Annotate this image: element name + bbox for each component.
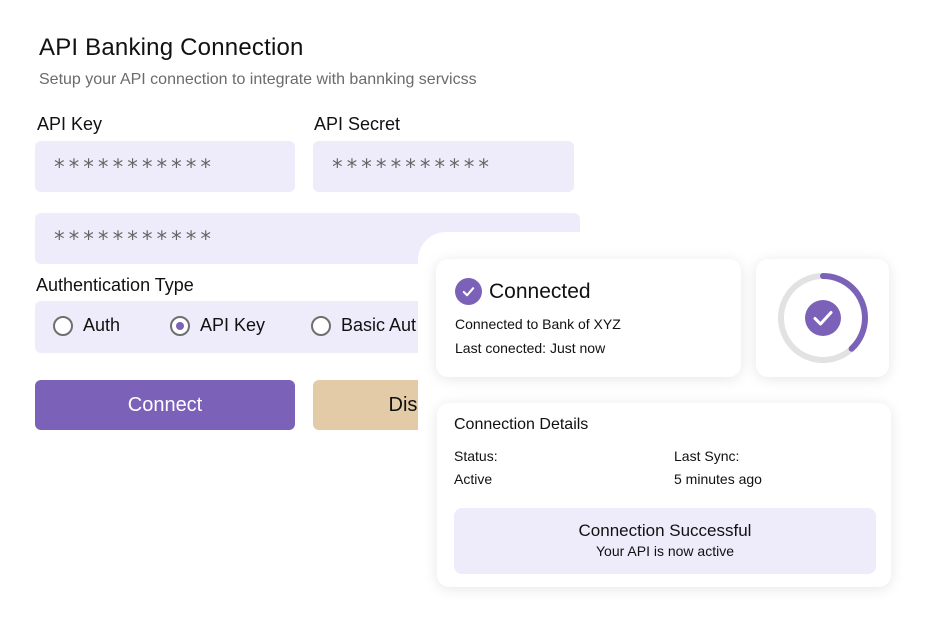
api-key-input[interactable]: *********** <box>35 141 295 192</box>
radio-option-auth[interactable]: Auth <box>53 315 120 336</box>
connect-button[interactable]: Connect <box>35 380 295 430</box>
api-key-input-value: *********** <box>53 154 215 179</box>
radio-option-label: Auth <box>83 315 121 335</box>
status-value: Active <box>454 471 493 487</box>
radio-option-label: Basic Aut <box>341 315 417 335</box>
connected-card: Connected Connected to Bank of XYZ Last … <box>436 259 741 377</box>
progress-ring-card <box>756 259 889 377</box>
success-title: Connection Successful <box>578 521 752 540</box>
last-sync-value: 5 minutes ago <box>674 471 762 487</box>
radio-option-basic-auth[interactable]: Basic Aut <box>311 315 416 336</box>
page-subtitle: Setup your API connection to integrate w… <box>39 71 477 88</box>
success-subtitle: Your API is now active <box>595 543 734 559</box>
radio-selected-icon <box>170 315 190 336</box>
connection-status-overlay: Connected Connected to Bank of XYZ Last … <box>418 232 935 621</box>
connected-bank-text: Connected to Bank of XYZ <box>455 316 621 332</box>
connected-title: Connected <box>489 279 591 303</box>
api-secret-label: API Secret <box>314 114 401 134</box>
radio-option-label: API Key <box>200 315 266 335</box>
check-circle-icon <box>455 278 482 305</box>
last-connected-text: Last conected: Just now <box>455 340 606 356</box>
success-banner: Connection Successful Your API is now ac… <box>454 508 876 574</box>
progress-ring <box>778 273 868 363</box>
last-sync-label: Last Sync: <box>674 448 740 464</box>
api-secret-input-value: *********** <box>331 154 493 179</box>
extra-credential-input-value: *********** <box>53 226 215 251</box>
radio-unselected-icon <box>311 315 331 336</box>
api-key-label: API Key <box>37 114 103 134</box>
page-title: API Banking Connection <box>39 34 304 61</box>
auth-type-label: Authentication Type <box>36 275 194 295</box>
radio-unselected-icon <box>53 315 73 336</box>
status-label: Status: <box>454 448 498 464</box>
connection-details-title: Connection Details <box>454 416 589 433</box>
connection-details-card: Connection Details Status: Active Last S… <box>437 403 891 587</box>
radio-option-api-key[interactable]: API Key <box>170 315 265 336</box>
disconnect-button-label: Dis <box>388 393 418 416</box>
api-secret-input[interactable]: *********** <box>313 141 574 192</box>
